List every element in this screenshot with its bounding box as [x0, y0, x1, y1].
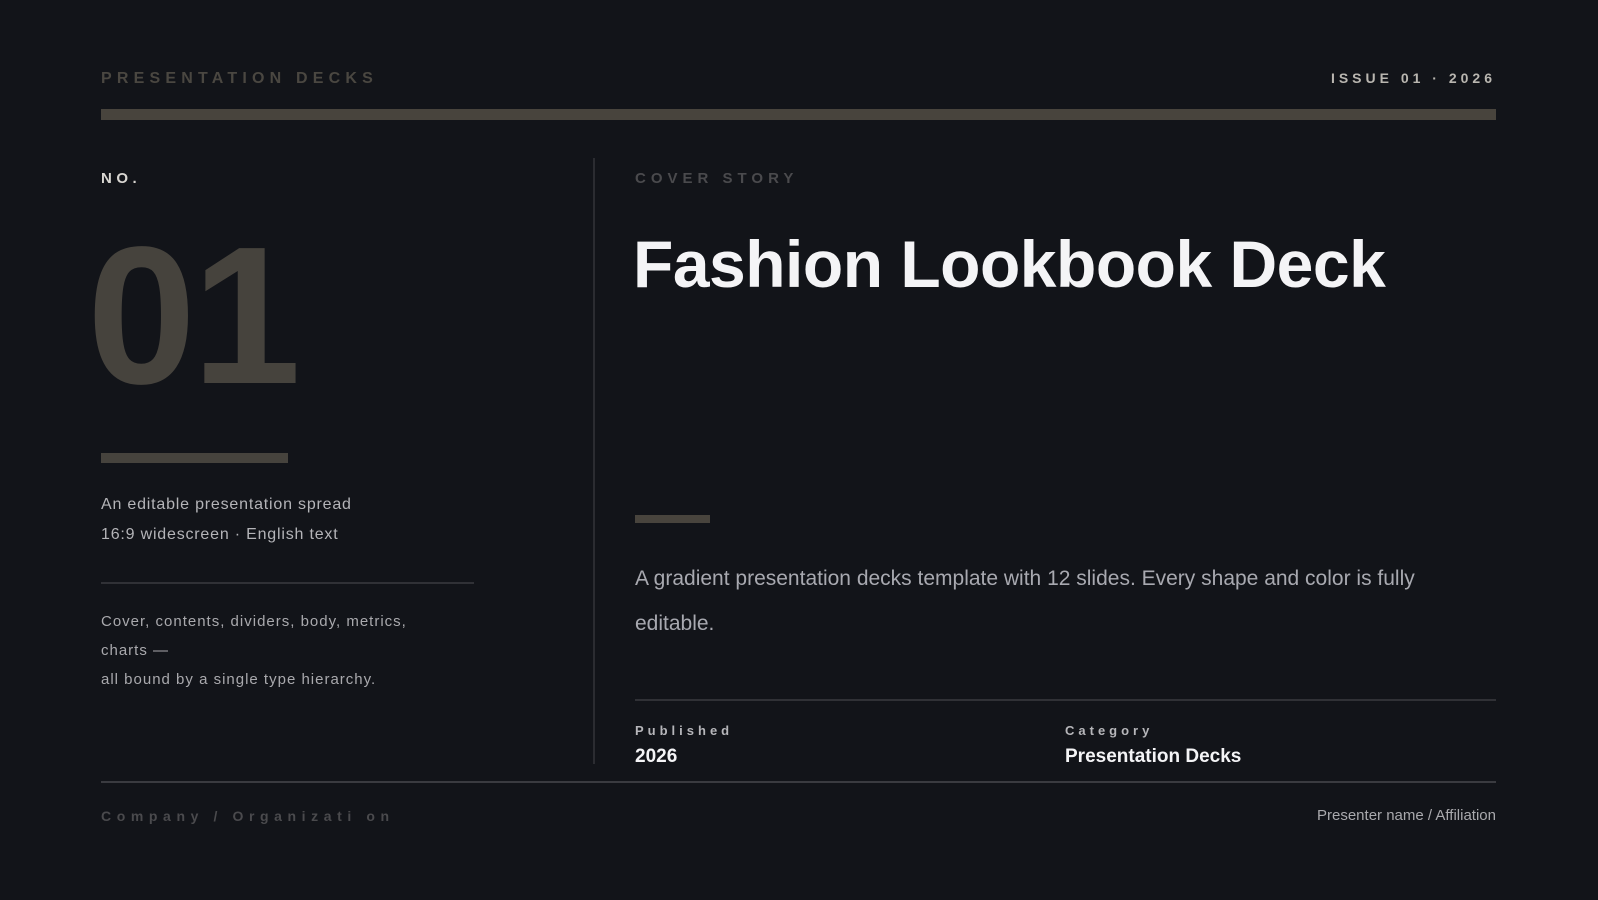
kicker-label: COVER STORY	[635, 170, 799, 187]
company-label: Company / Organizati on	[101, 808, 395, 824]
meta-line: 16:9 widescreen · English text	[101, 526, 339, 543]
footer-rule	[101, 781, 1496, 783]
published-label: Published	[635, 723, 734, 738]
lede-text: A gradient presentation decks template w…	[635, 567, 1415, 635]
presenter-label: Presenter name / Affiliation	[1317, 807, 1496, 824]
description-line: all bound by a single type hierarchy.	[101, 671, 377, 688]
brand-label: PRESENTATION DECKS	[101, 70, 379, 87]
number-label: NO.	[101, 170, 142, 187]
meta-divider	[635, 699, 1496, 701]
page-title: Fashion Lookbook Deck	[633, 227, 1386, 301]
description-line: Cover, contents, dividers, body, metrics…	[101, 613, 407, 630]
column-divider	[593, 158, 595, 764]
category-value: Presentation Decks	[1065, 746, 1242, 767]
left-divider	[101, 582, 474, 584]
category-label: Category	[1065, 723, 1154, 738]
meta-lines: An editable presentation spread 16:9 wid…	[101, 490, 352, 550]
description: Cover, contents, dividers, body, metrics…	[101, 607, 461, 694]
published-value: 2026	[635, 746, 678, 767]
number-underline	[101, 453, 288, 463]
description-line: charts —	[101, 642, 170, 659]
header-accent-bar	[101, 109, 1496, 120]
accent-dash	[635, 515, 710, 523]
meta-line: An editable presentation spread	[101, 496, 352, 513]
issue-number: 01	[87, 206, 301, 425]
issue-label: ISSUE 01 · 2026	[1330, 70, 1496, 86]
